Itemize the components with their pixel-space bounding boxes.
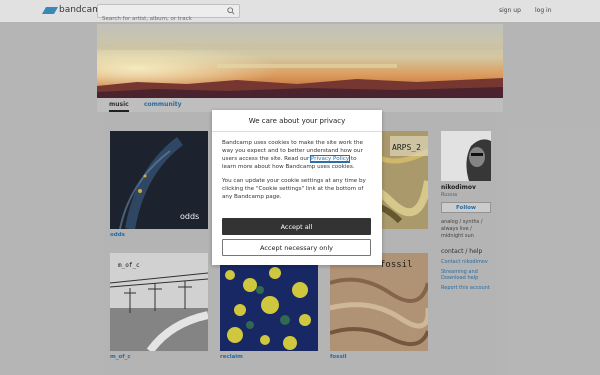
accept-all-button[interactable]: Accept all bbox=[222, 218, 371, 235]
cookie-info-text: Bandcamp uses cookies to make the site w… bbox=[222, 139, 372, 171]
privacy-policy-link[interactable]: Privacy Policy bbox=[310, 155, 351, 163]
cookie-consent-dialog: We care about your privacy Bandcamp uses… bbox=[212, 110, 382, 265]
cookie-settings-text: You can update your cookie settings at a… bbox=[222, 178, 366, 200]
dialog-body: Bandcamp uses cookies to make the site w… bbox=[212, 132, 382, 201]
accept-necessary-button[interactable]: Accept necessary only bbox=[222, 239, 371, 256]
dialog-title: We care about your privacy bbox=[212, 110, 382, 132]
